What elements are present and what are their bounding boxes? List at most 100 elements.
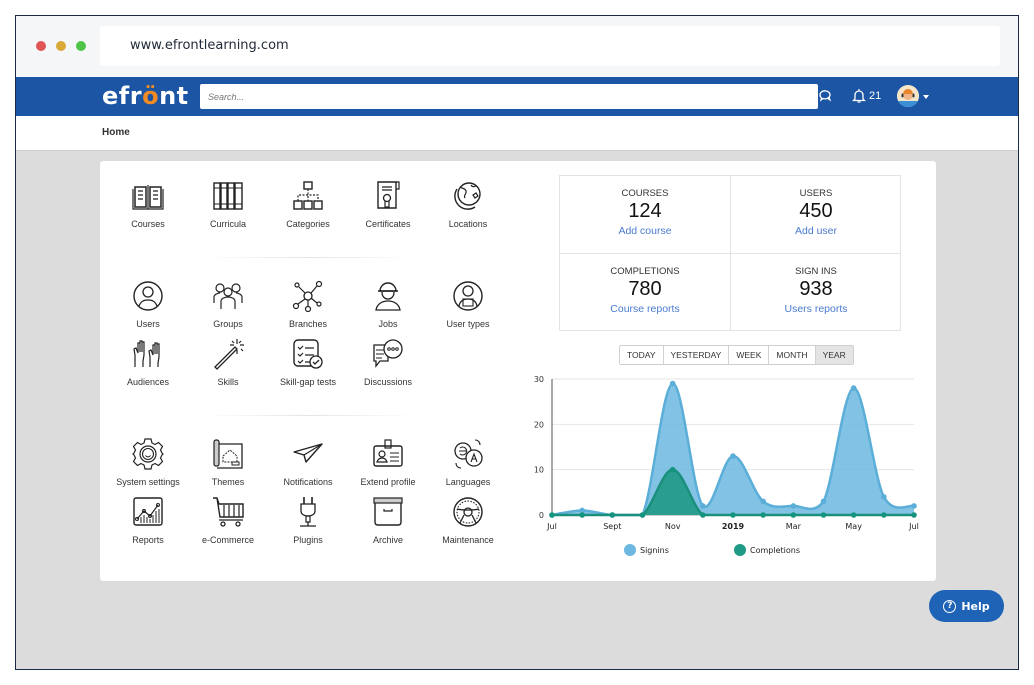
user-type-icon [453, 281, 483, 311]
course-reports-link[interactable]: Course reports [560, 303, 730, 315]
y-tick-label: 10 [534, 466, 544, 475]
browser-bar: www.efrontlearning.com [16, 16, 1018, 77]
tile-label: Branches [288, 319, 328, 329]
completions-point [760, 512, 766, 518]
close-window-button[interactable] [36, 41, 46, 51]
period-yesterday[interactable]: YESTERDAY [663, 346, 730, 364]
stat-courses: COURSES 124 Add course [560, 176, 730, 253]
tile-curricula[interactable]: Curricula [183, 179, 273, 229]
tile-user-types[interactable]: User types [423, 279, 513, 329]
period-year[interactable]: YEAR [815, 346, 853, 364]
avatar[interactable] [897, 85, 919, 107]
checklist-icon [293, 339, 323, 369]
tile-e-commerce[interactable]: e-Commerce [183, 495, 273, 545]
book-icon [132, 185, 164, 210]
tile-label: Extend profile [360, 477, 416, 487]
maximize-window-button[interactable] [76, 41, 86, 51]
tile-label: System settings [116, 477, 180, 487]
tile-extend-profile[interactable]: Extend profile [343, 437, 433, 487]
stat-completions: COMPLETIONS 780 Course reports [560, 254, 730, 331]
signins-point [730, 453, 736, 459]
x-tick-label: Nov [665, 522, 681, 531]
group-icon [213, 283, 243, 309]
help-button[interactable]: ? Help [929, 590, 1004, 622]
tile-jobs[interactable]: Jobs [343, 279, 433, 329]
breadcrumb-home[interactable]: Home [102, 127, 130, 138]
tile-label: Jobs [378, 319, 398, 329]
x-tick-label: May [845, 522, 862, 531]
discussion-icon [373, 339, 403, 368]
tile-label: Discussions [363, 377, 412, 387]
add-user-link[interactable]: Add user [731, 225, 901, 237]
tile-languages[interactable]: Languages [423, 437, 513, 487]
archive-box-icon [373, 497, 403, 526]
stat-title: USERS [799, 188, 833, 199]
tile-skills[interactable]: Skills [183, 337, 273, 387]
tile-users[interactable]: Users [103, 279, 193, 329]
tile-skill-gap-tests[interactable]: Skill-gap tests [263, 337, 353, 387]
tile-notifications[interactable]: Notifications [263, 437, 353, 487]
tile-system-settings[interactable]: System settings [103, 437, 193, 487]
chat-icon[interactable] [818, 89, 832, 103]
steering-wheel-icon [453, 497, 483, 527]
tile-reports[interactable]: Reports [103, 495, 193, 545]
tile-label: Plugins [293, 535, 323, 545]
bookshelf-icon [213, 182, 243, 210]
search-input[interactable] [200, 84, 818, 109]
stat-value: 124 [628, 200, 662, 222]
tile-label: Notifications [283, 477, 333, 487]
tile-plugins[interactable]: Plugins [263, 495, 353, 545]
tile-locations[interactable]: Locations [423, 179, 513, 229]
address-bar[interactable]: www.efrontlearning.com [100, 26, 1000, 66]
tile-courses[interactable]: Courses [103, 179, 193, 229]
x-tick-label: Jul [546, 522, 557, 531]
minimize-window-button[interactable] [56, 41, 66, 51]
legend-swatch [734, 544, 746, 556]
completions-point [639, 512, 646, 518]
tile-themes[interactable]: Themes [183, 437, 273, 487]
tile-archive[interactable]: Archive [343, 495, 433, 545]
stat-value: 938 [799, 278, 833, 300]
completions-point [850, 512, 857, 518]
browser-window: www.efrontlearning.com efrönt 21 Home Co… [15, 15, 1019, 670]
divider [560, 253, 900, 254]
globe-icon [454, 182, 481, 210]
help-label: Help [961, 599, 990, 613]
worker-icon [375, 282, 401, 311]
users-reports-link[interactable]: Users reports [731, 303, 901, 315]
tile-certificates[interactable]: Certificates [343, 179, 433, 229]
add-course-link[interactable]: Add course [560, 225, 730, 237]
tile-audiences[interactable]: Audiences [103, 337, 193, 387]
chevron-down-icon[interactable] [923, 95, 929, 99]
legend-label: Completions [750, 546, 800, 555]
legend-label: Signins [640, 546, 669, 555]
top-navbar: efrönt 21 [16, 77, 1018, 116]
branches-icon [292, 280, 323, 313]
period-week[interactable]: WEEK [729, 346, 770, 364]
user-icon [133, 281, 163, 311]
period-today[interactable]: TODAY [620, 346, 664, 364]
signins-point [881, 494, 887, 500]
tile-groups[interactable]: Groups [183, 279, 273, 329]
tile-maintenance[interactable]: Maintenance [423, 495, 513, 545]
period-month[interactable]: MONTH [769, 346, 816, 364]
efront-logo[interactable]: efrönt [102, 82, 189, 110]
tile-label: Groups [213, 319, 243, 329]
completions-point [730, 512, 736, 518]
tile-label: Themes [211, 477, 245, 487]
tile-label: User types [446, 319, 490, 329]
tile-discussions[interactable]: Discussions [343, 337, 433, 387]
tile-label: Skills [217, 377, 239, 387]
dashboard-panel: Courses Curricula Categories Certificate… [100, 161, 936, 581]
magic-wand-icon [214, 339, 244, 370]
tile-label: Archive [372, 535, 403, 545]
tile-categories[interactable]: Categories [263, 179, 353, 229]
completions-point [911, 512, 917, 518]
stat-title: SIGN INS [795, 266, 837, 277]
certificate-icon [377, 181, 400, 209]
x-tick-label: Sept [603, 522, 621, 531]
url-text: www.efrontlearning.com [130, 38, 289, 53]
signins-area [552, 383, 914, 515]
tile-branches[interactable]: Branches [263, 279, 353, 329]
bell-icon[interactable] [852, 88, 866, 104]
